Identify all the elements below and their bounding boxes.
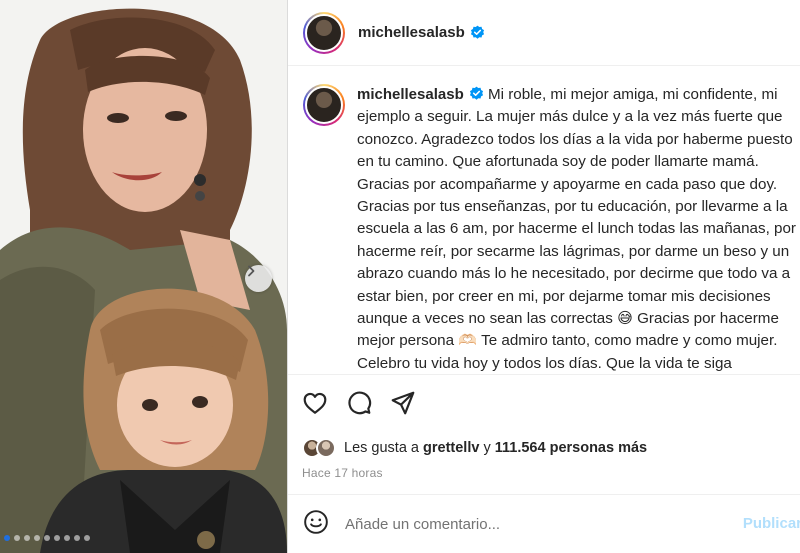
action-bar <box>300 388 418 418</box>
smiley-icon <box>304 509 328 534</box>
paper-plane-icon <box>391 391 415 415</box>
post-timestamp[interactable]: Hace 17 horas <box>302 466 383 480</box>
likes-count[interactable]: 111.564 personas más <box>495 440 647 456</box>
heart-icon <box>303 392 327 414</box>
verified-badge-icon <box>470 25 485 40</box>
publish-button[interactable]: Publicar <box>743 515 800 532</box>
caption-avatar[interactable] <box>303 84 345 126</box>
likes-summary[interactable]: Les gusta a grettellv y 111.564 personas… <box>302 438 647 458</box>
header-username[interactable]: michellesalasb <box>358 24 465 41</box>
post-photo[interactable] <box>0 0 287 553</box>
next-photo-button[interactable] <box>245 265 272 292</box>
caption-body: michellesalasb Mi roble, mi mejor amiga,… <box>357 84 797 374</box>
liker-username[interactable]: grettellv <box>423 440 479 456</box>
comment-bar: Publicar <box>288 495 800 553</box>
carousel-dot <box>74 535 80 541</box>
carousel-dot <box>44 535 50 541</box>
emoji-button[interactable] <box>303 509 329 540</box>
like-button[interactable] <box>300 388 330 418</box>
verified-badge-icon <box>469 86 484 101</box>
carousel-dot <box>24 535 30 541</box>
carousel-dot <box>84 535 90 541</box>
likes-connector: y <box>483 440 491 456</box>
share-button[interactable] <box>388 388 418 418</box>
carousel-dot <box>64 535 70 541</box>
comment-button[interactable] <box>344 388 374 418</box>
carousel-dot <box>4 535 10 541</box>
carousel-dot <box>14 535 20 541</box>
post-header: michellesalasb <box>288 0 800 66</box>
liker-avatars <box>302 438 336 458</box>
carousel-dot <box>34 535 40 541</box>
caption-text: Mi roble, mi mejor amiga, mi confidente,… <box>357 86 796 372</box>
caption-username[interactable]: michellesalasb <box>357 86 464 103</box>
avatar[interactable] <box>303 11 345 54</box>
comment-bubble-icon <box>348 391 372 415</box>
section-divider <box>288 374 800 375</box>
photo-illustration <box>0 0 287 553</box>
likes-prefix: Les gusta a <box>344 440 419 456</box>
avatar <box>316 438 336 458</box>
comment-input[interactable] <box>345 515 725 533</box>
carousel-dot <box>54 535 60 541</box>
carousel-indicator <box>0 535 287 541</box>
post-caption: michellesalasb Mi roble, mi mejor amiga,… <box>288 66 800 374</box>
